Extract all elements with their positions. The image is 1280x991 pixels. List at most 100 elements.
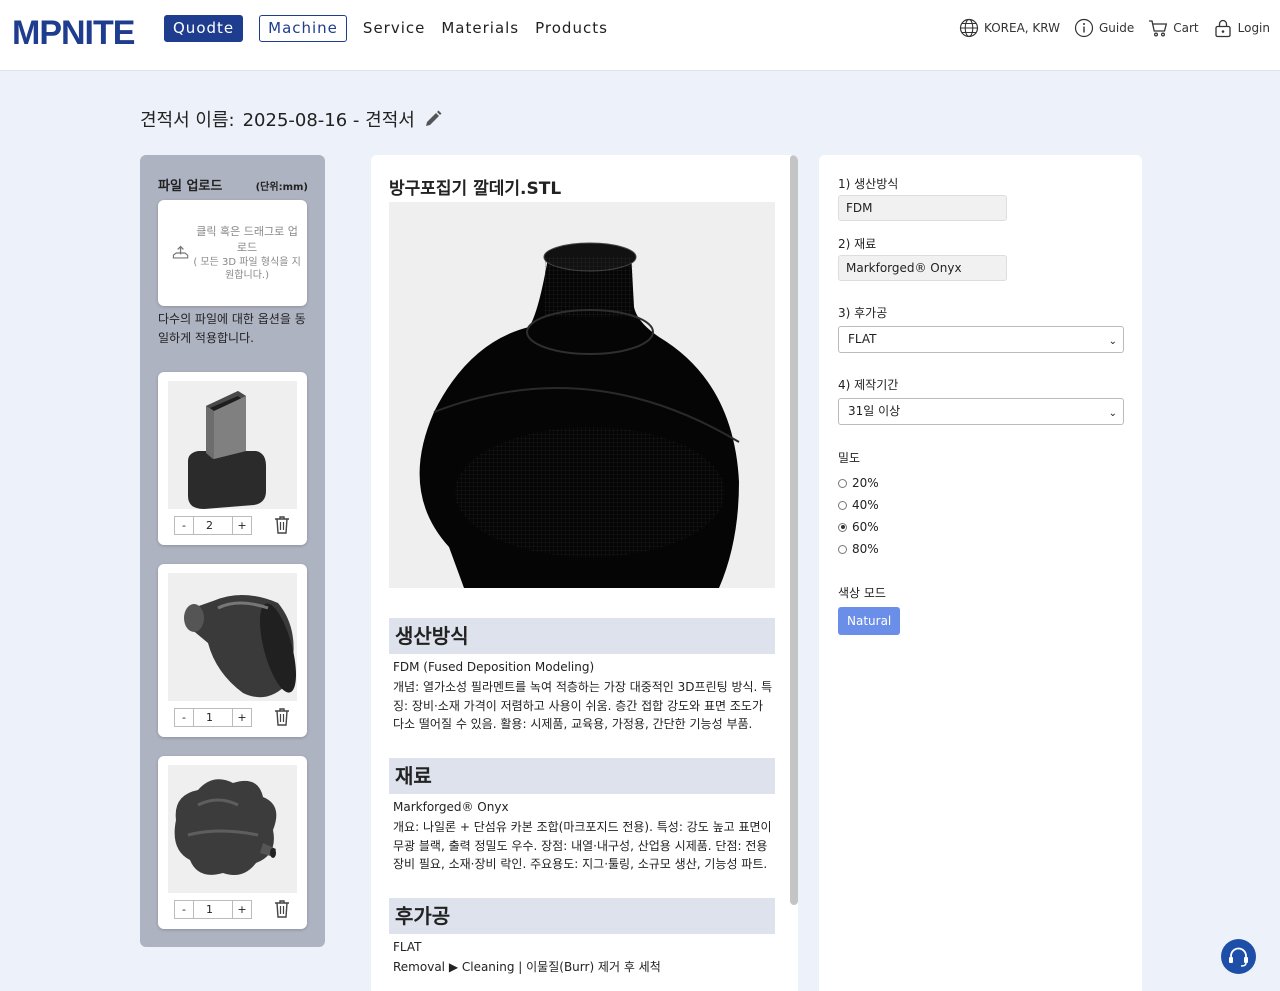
lock-icon [1214, 19, 1231, 38]
postprocess-label: 3) 후가공 [838, 306, 888, 320]
options-panel: 1) 생산방식 FDM 2) 재료 Markforged® Onyx 3) 후가… [819, 155, 1142, 991]
period-value: 31일 이상 [848, 404, 901, 418]
dropzone-text: 클릭 혹은 드래그로 업로드 ( 모든 3D 파일 형식을 지원합니다.) [193, 224, 301, 282]
file-card[interactable]: - 1 + [158, 756, 307, 929]
file-thumbnail [168, 765, 297, 893]
radio-button[interactable] [838, 478, 847, 488]
postprocess-select[interactable]: FLAT ⌄ [838, 326, 1124, 353]
qty-plus-button[interactable]: + [233, 709, 251, 726]
radio-button[interactable] [838, 500, 847, 510]
section-method: 생산방식 FDM (Fused Deposition Modeling) 개념:… [389, 618, 775, 734]
qty-value[interactable]: 2 [193, 517, 233, 534]
radio-label: 40% [852, 498, 879, 512]
upload-dropzone[interactable]: 클릭 혹은 드래그로 업로드 ( 모든 3D 파일 형식을 지원합니다.) [158, 200, 307, 306]
main-nav: Quodte Machine Service Materials Product… [164, 15, 608, 42]
nav-quote[interactable]: Quodte [164, 15, 244, 42]
chevron-down-icon: ⌄ [1108, 336, 1117, 347]
upload-panel: 파일 업로드 (단위:mm) 클릭 혹은 드래그로 업로드 ( 모든 3D 파일… [140, 155, 325, 947]
headset-icon [1229, 947, 1248, 967]
material-field: Markforged® Onyx [838, 255, 1007, 281]
top-header: MPNITE Quodte Machine Service Materials … [0, 0, 1280, 71]
globe-icon [959, 18, 979, 38]
file-detail-panel: 방구포집기 깔데기.STL 생산방식 FDM (Fused Deposition… [371, 155, 798, 991]
material-label: 2) 재료 [838, 237, 877, 251]
login-link[interactable]: Login [1213, 18, 1270, 38]
qty-value[interactable]: 1 [193, 709, 233, 726]
section-subtitle: FDM (Fused Deposition Modeling) [393, 660, 595, 674]
cart-icon [1149, 20, 1168, 37]
section-subtitle: Markforged® Onyx [393, 800, 509, 814]
color-natural-button[interactable]: Natural [838, 607, 901, 635]
radio-button[interactable] [838, 544, 847, 554]
section-postprocess: 후가공 FLAT Removal ▶ Cleaning | 이물질(Burr) … [389, 898, 775, 977]
qty-minus-button[interactable]: - [175, 901, 193, 918]
nav-products[interactable]: Products [535, 15, 608, 42]
trash-icon[interactable] [273, 515, 291, 535]
guide-label: Guide [1099, 21, 1135, 35]
nav-machine[interactable]: Machine [259, 15, 347, 42]
density-option-60[interactable]: 60% [838, 520, 879, 534]
info-icon [1074, 18, 1094, 38]
unit-label: (단위:mm) [255, 182, 308, 193]
chevron-down-icon: ⌄ [1108, 408, 1117, 419]
chat-button[interactable] [1221, 939, 1256, 974]
guide-link[interactable]: Guide [1074, 18, 1134, 38]
file-thumbnail [168, 573, 297, 701]
cart-link[interactable]: Cart [1148, 18, 1199, 38]
postprocess-value: FLAT [848, 332, 877, 346]
section-material: 재료 Markforged® Onyx 개요: 나일론 + 단섬유 카본 조합(… [389, 758, 775, 874]
trash-icon[interactable] [273, 899, 291, 919]
method-label: 1) 생산방식 [838, 177, 899, 191]
upload-icon [172, 245, 189, 259]
density-label: 밀도 [838, 451, 861, 465]
upload-header: 파일 업로드 (단위:mm) [158, 175, 308, 194]
qty-minus-button[interactable]: - [175, 709, 193, 726]
region-selector[interactable]: KOREA, KRW [959, 18, 1060, 38]
density-option-20[interactable]: 20% [838, 476, 879, 490]
file-card[interactable]: - 1 + [158, 564, 307, 737]
quantity-stepper[interactable]: - 2 + [174, 516, 252, 535]
density-option-80[interactable]: 80% [838, 542, 879, 556]
section-heading: 재료 [389, 758, 775, 794]
radio-label: 80% [852, 542, 879, 556]
section-subtitle: FLAT [393, 940, 422, 954]
quote-title: 견적서 이름: 2025-08-16 - 견적서 [140, 106, 443, 132]
radio-button-selected[interactable] [838, 522, 847, 532]
multi-file-note: 다수의 파일에 대한 옵션을 동일하게 적용합니다. [158, 312, 306, 345]
section-description: Removal ▶ Cleaning | 이물질(Burr) 제거 후 세척 [393, 960, 661, 974]
color-mode-label: 색상 모드 [838, 586, 886, 600]
region-label: KOREA, KRW [983, 21, 1060, 35]
file-name: 방구포집기 깔데기.STL [389, 179, 562, 199]
header-utilities: KOREA, KRW Guide Cart Login [959, 18, 1270, 38]
quote-name: 2025-08-16 - 견적서 [242, 110, 415, 131]
quantity-stepper[interactable]: - 1 + [174, 708, 252, 727]
trash-icon[interactable] [273, 707, 291, 727]
section-heading: 생산방식 [389, 618, 775, 654]
section-heading: 후가공 [389, 898, 775, 934]
file-card[interactable]: - 2 + [158, 372, 307, 545]
pencil-icon[interactable] [423, 109, 443, 129]
qty-plus-button[interactable]: + [233, 517, 251, 534]
upload-title: 파일 업로드 [158, 179, 223, 194]
qty-plus-button[interactable]: + [233, 901, 251, 918]
nav-service[interactable]: Service [363, 15, 425, 42]
logo[interactable]: MPNITE [12, 14, 135, 53]
radio-label: 20% [852, 476, 879, 490]
model-viewer[interactable] [389, 202, 775, 588]
nav-materials[interactable]: Materials [441, 15, 519, 42]
radio-label: 60% [852, 520, 879, 534]
scrollbar[interactable] [790, 155, 798, 905]
quantity-stepper[interactable]: - 1 + [174, 900, 252, 919]
dropzone-main-text: 클릭 혹은 드래그로 업로드 [196, 225, 298, 254]
section-description: 개요: 나일론 + 단섬유 카본 조합(마크포지드 전용). 특성: 강도 높고… [393, 820, 772, 871]
qty-value[interactable]: 1 [193, 901, 233, 918]
file-thumbnail [168, 381, 297, 509]
dropzone-sub-text: ( 모든 3D 파일 형식을 지원합니다.) [193, 257, 301, 281]
quote-label: 견적서 이름: [140, 110, 235, 131]
qty-minus-button[interactable]: - [175, 517, 193, 534]
login-label: Login [1237, 21, 1270, 35]
period-select[interactable]: 31일 이상 ⌄ [838, 398, 1124, 425]
density-option-40[interactable]: 40% [838, 498, 879, 512]
method-field: FDM [838, 195, 1007, 221]
section-description: 개념: 열가소성 필라멘트를 녹여 적층하는 가장 대중적인 3D프린팅 방식.… [393, 680, 773, 731]
